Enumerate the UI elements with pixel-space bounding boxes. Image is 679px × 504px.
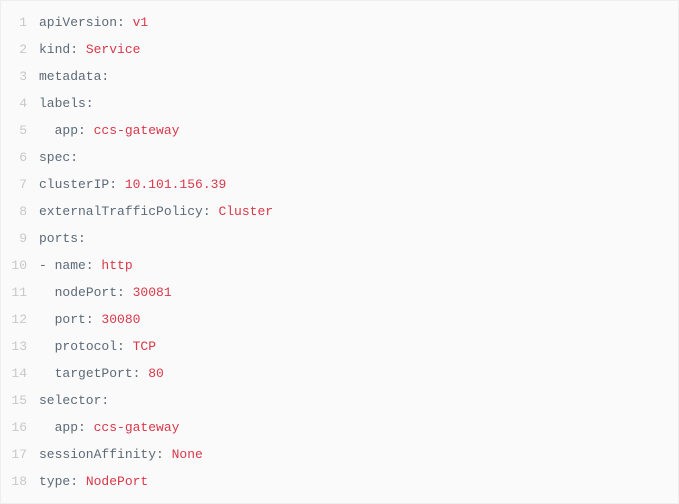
code-content: clusterIP: 10.101.156.39 xyxy=(39,171,226,198)
line-number: 2 xyxy=(1,36,39,63)
code-content: labels: xyxy=(39,90,94,117)
line-number: 5 xyxy=(1,117,39,144)
code-content: port: 30080 xyxy=(39,306,140,333)
code-line: 5 app: ccs-gateway xyxy=(1,117,678,144)
code-content: sessionAffinity: None xyxy=(39,441,203,468)
line-number: 17 xyxy=(1,441,39,468)
code-line: 1 apiVersion: v1 xyxy=(1,9,678,36)
code-line: 13 protocol: TCP xyxy=(1,333,678,360)
line-number: 15 xyxy=(1,387,39,414)
code-line: 2 kind: Service xyxy=(1,36,678,63)
code-content: spec: xyxy=(39,144,78,171)
code-content: type: NodePort xyxy=(39,468,148,495)
code-line: 10 - name: http xyxy=(1,252,678,279)
line-number: 13 xyxy=(1,333,39,360)
line-number: 16 xyxy=(1,414,39,441)
code-content: nodePort: 30081 xyxy=(39,279,172,306)
line-number: 3 xyxy=(1,63,39,90)
code-line: 16 app: ccs-gateway xyxy=(1,414,678,441)
code-content: externalTrafficPolicy: Cluster xyxy=(39,198,273,225)
code-line: 9 ports: xyxy=(1,225,678,252)
line-number: 1 xyxy=(1,9,39,36)
line-number: 6 xyxy=(1,144,39,171)
code-line: 17 sessionAffinity: None xyxy=(1,441,678,468)
code-line: 12 port: 30080 xyxy=(1,306,678,333)
line-number: 11 xyxy=(1,279,39,306)
line-number: 8 xyxy=(1,198,39,225)
line-number: 7 xyxy=(1,171,39,198)
code-line: 11 nodePort: 30081 xyxy=(1,279,678,306)
line-number: 4 xyxy=(1,90,39,117)
code-content: ports: xyxy=(39,225,86,252)
code-content: targetPort: 80 xyxy=(39,360,164,387)
line-number: 10 xyxy=(1,252,39,279)
line-number: 12 xyxy=(1,306,39,333)
code-line: 14 targetPort: 80 xyxy=(1,360,678,387)
code-content: apiVersion: v1 xyxy=(39,9,148,36)
code-line: 6 spec: xyxy=(1,144,678,171)
code-line: 18 type: NodePort xyxy=(1,468,678,495)
code-line: 3 metadata: xyxy=(1,63,678,90)
code-content: metadata: xyxy=(39,63,109,90)
line-number: 14 xyxy=(1,360,39,387)
line-number: 18 xyxy=(1,468,39,495)
code-content: selector: xyxy=(39,387,109,414)
code-content: kind: Service xyxy=(39,36,140,63)
code-content: app: ccs-gateway xyxy=(39,117,179,144)
code-content: - name: http xyxy=(39,252,133,279)
code-line: 7 clusterIP: 10.101.156.39 xyxy=(1,171,678,198)
code-line: 4 labels: xyxy=(1,90,678,117)
line-number: 9 xyxy=(1,225,39,252)
code-block: 1 apiVersion: v1 2 kind: Service 3 metad… xyxy=(0,0,679,504)
code-line: 15 selector: xyxy=(1,387,678,414)
code-line: 8 externalTrafficPolicy: Cluster xyxy=(1,198,678,225)
code-content: app: ccs-gateway xyxy=(39,414,179,441)
code-content: protocol: TCP xyxy=(39,333,156,360)
